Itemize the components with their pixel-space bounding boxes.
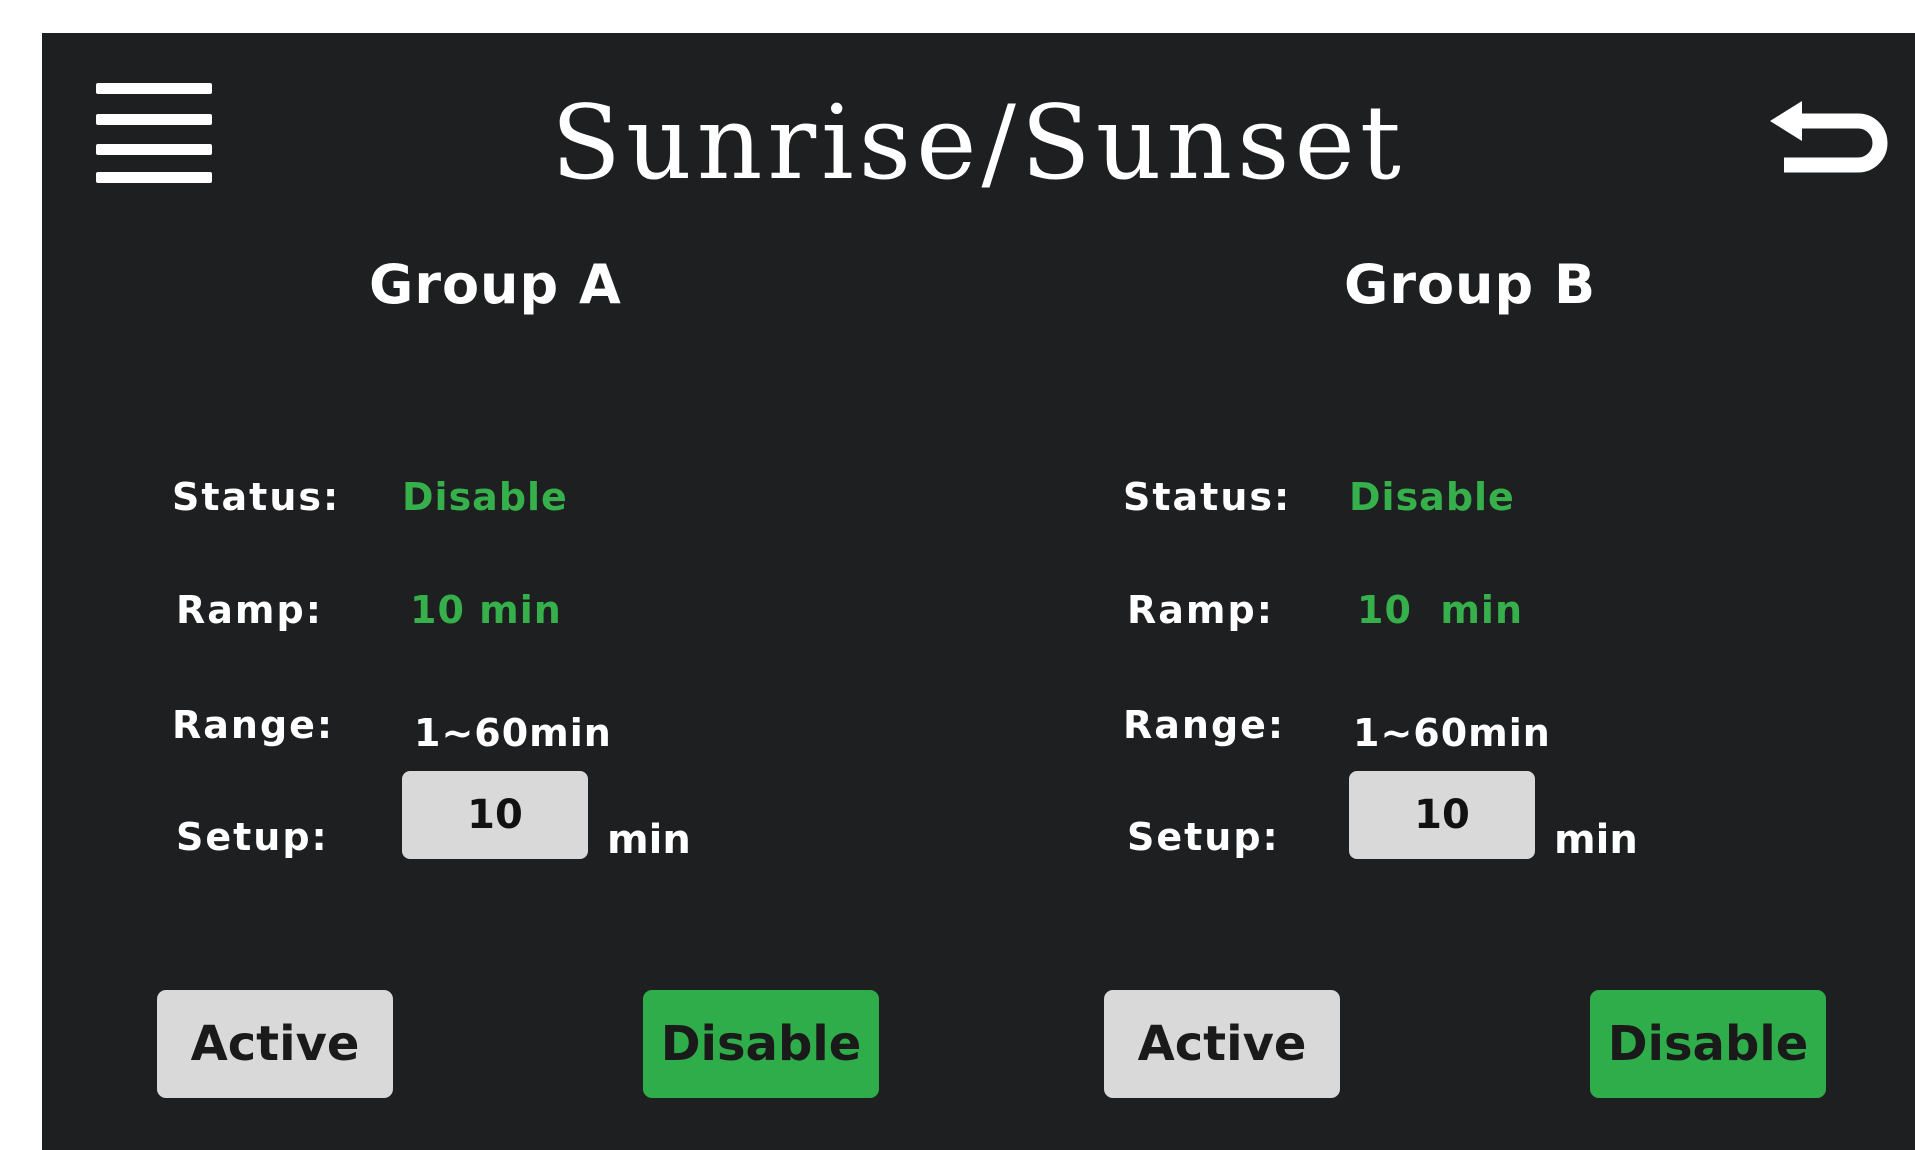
setup-unit: min	[1554, 817, 1638, 863]
setup-label: Setup:	[1127, 815, 1280, 859]
group-a-panel: Group A Status: Disable Ramp: 10 min Ran…	[42, 33, 992, 1150]
setup-label: Setup:	[176, 815, 329, 859]
ramp-value: 10 min	[1357, 588, 1524, 632]
device-screen: Sunrise/Sunset Group A Status: Disable R…	[42, 33, 1915, 1150]
active-button[interactable]: Active	[1104, 990, 1340, 1098]
disable-button[interactable]: Disable	[1590, 990, 1826, 1098]
group-b-panel: Group B Status: Disable Ramp: 10 min Ran…	[989, 33, 1915, 1150]
disable-button[interactable]: Disable	[643, 990, 879, 1098]
setup-unit: min	[607, 817, 691, 863]
range-label: Range:	[172, 703, 335, 747]
range-value: 1~60min	[414, 711, 612, 755]
group-title: Group A	[369, 253, 622, 316]
status-value: Disable	[402, 475, 568, 519]
group-title: Group B	[1344, 253, 1597, 316]
setup-minutes-input[interactable]	[1349, 771, 1535, 859]
ramp-value: 10 min	[410, 588, 562, 632]
status-label: Status:	[172, 475, 341, 519]
status-value: Disable	[1349, 475, 1515, 519]
ramp-label: Ramp:	[1127, 588, 1274, 632]
status-label: Status:	[1123, 475, 1292, 519]
ramp-label: Ramp:	[176, 588, 323, 632]
range-label: Range:	[1123, 703, 1286, 747]
setup-minutes-input[interactable]	[402, 771, 588, 859]
active-button[interactable]: Active	[157, 990, 393, 1098]
range-value: 1~60min	[1353, 711, 1551, 755]
